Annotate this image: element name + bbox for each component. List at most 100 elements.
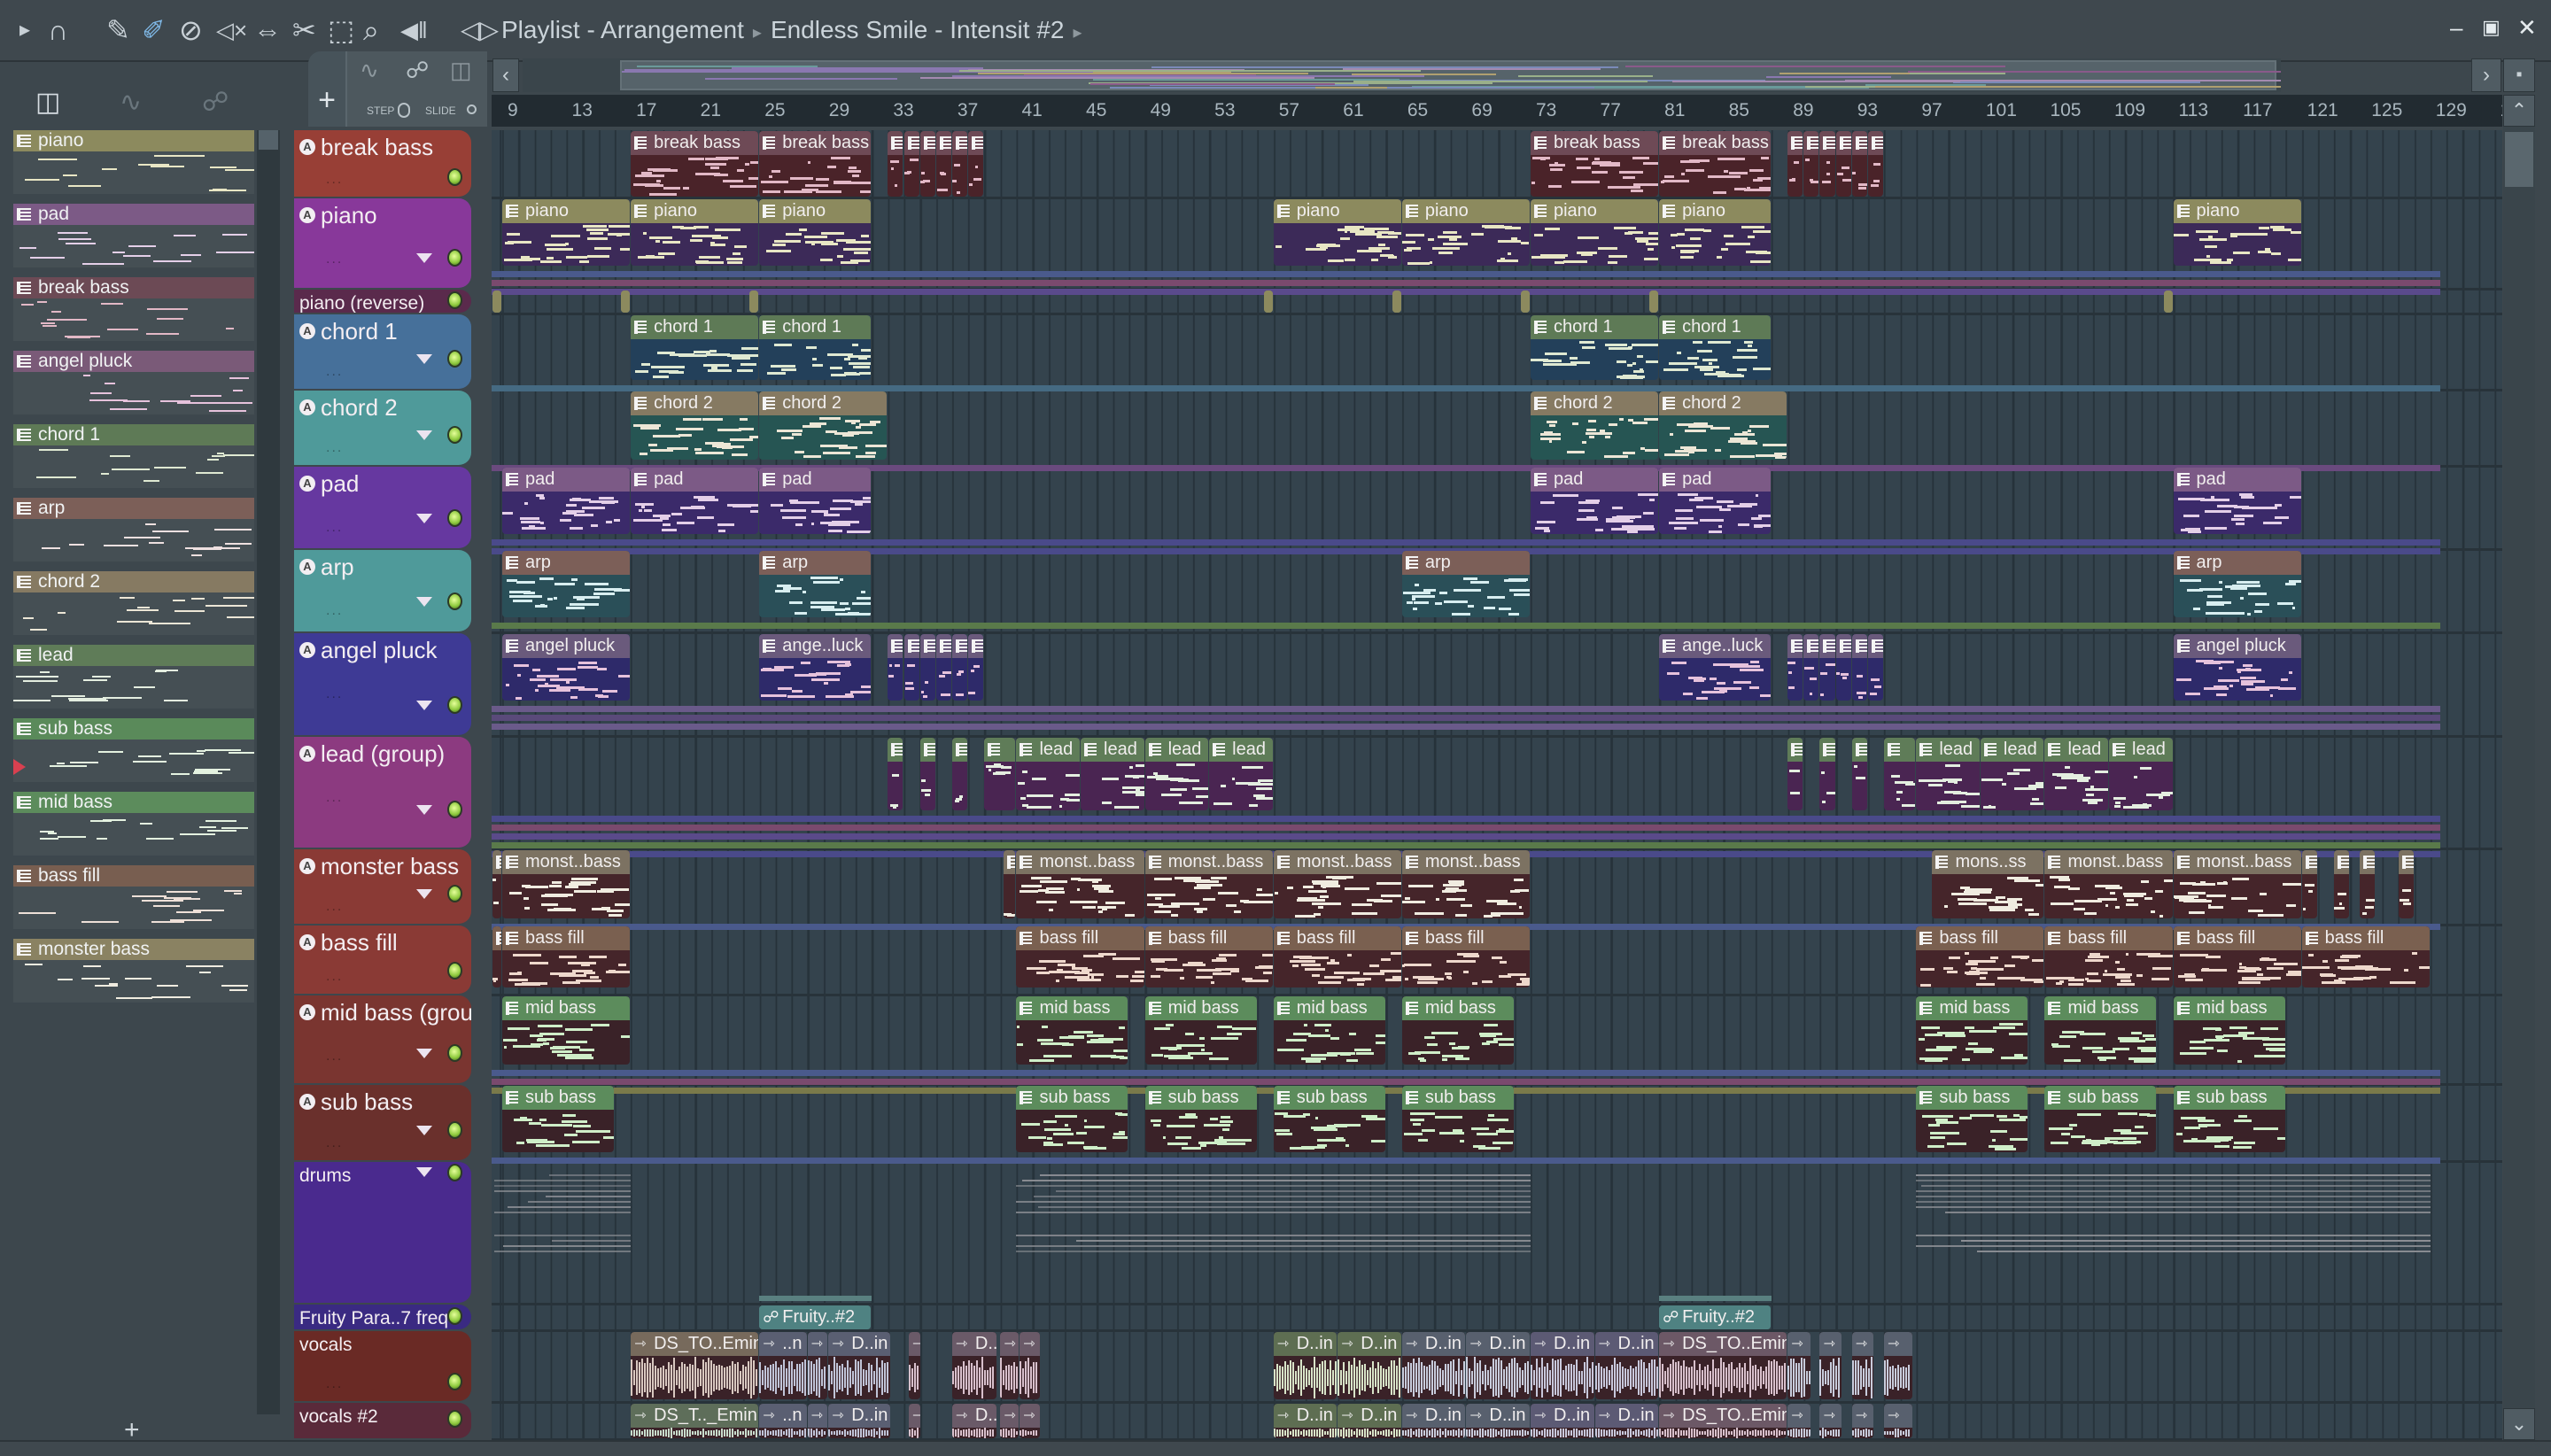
clip-header[interactable]: sub bass [1144, 1086, 1257, 1110]
audio-clip[interactable]: D.. [951, 1404, 996, 1438]
automation-lane[interactable] [492, 385, 2440, 391]
speaker-icon[interactable]: ◁▷ [461, 12, 499, 48]
clip-header[interactable] [1803, 131, 1819, 155]
add-track-button[interactable]: + [308, 51, 345, 127]
audio-clip-icon[interactable]: ∿ [360, 57, 379, 84]
clip-header[interactable]: monst..bass [1401, 850, 1530, 874]
pattern-clip[interactable]: sub bass [1401, 1086, 1514, 1152]
pattern-clip[interactable] [1867, 131, 1884, 197]
track-header[interactable]: vocals #2 [294, 1403, 471, 1438]
pattern-clip[interactable]: piano [759, 199, 872, 266]
clip-header[interactable]: D..in [828, 1404, 890, 1428]
automation-lane[interactable] [492, 1158, 2440, 1164]
arrangement-overview-scrollbar[interactable] [523, 58, 2281, 92]
clip-header[interactable] [908, 1332, 921, 1356]
pattern-clip[interactable] [1787, 738, 1803, 810]
track-enable-led[interactable] [447, 962, 462, 980]
clip-header[interactable] [1867, 131, 1884, 155]
track-enable-led[interactable] [447, 168, 462, 186]
clip-header[interactable]: sub bass [1016, 1086, 1128, 1110]
clip-header[interactable]: piano [502, 199, 631, 223]
pattern-clip[interactable] [1392, 290, 1401, 313]
audio-clip[interactable] [1884, 1332, 1912, 1399]
pattern-clip[interactable]: pad [2173, 468, 2301, 534]
clip-header[interactable] [888, 738, 903, 762]
picker-item[interactable]: chord 1 [13, 424, 254, 491]
clip-header[interactable]: sub bass [1916, 1086, 2028, 1110]
track-name[interactable]: break bass [321, 134, 471, 161]
audio-filter-icon[interactable]: ∿ [120, 87, 142, 118]
scroll-left-button[interactable]: ‹ [492, 58, 519, 92]
clip-header[interactable]: bass fill [502, 926, 631, 950]
track-name[interactable]: mid bass (grou.. [321, 999, 471, 1026]
track-options-icon[interactable] [326, 1049, 343, 1065]
track-header[interactable]: break bass [294, 130, 471, 197]
clip-header[interactable] [1819, 1404, 1842, 1428]
clip-header[interactable] [2301, 850, 2317, 874]
pattern-clip[interactable]: piano [1530, 199, 1659, 266]
clip-header[interactable] [1835, 634, 1851, 658]
track-options-icon[interactable] [326, 364, 343, 380]
dropdown-triangle-icon[interactable] [416, 597, 432, 607]
track-header[interactable]: chord 1 [294, 314, 471, 389]
pattern-clip[interactable] [1851, 634, 1867, 701]
pattern-clip[interactable] [903, 131, 919, 197]
pattern-clip[interactable]: mid bass [1916, 996, 2028, 1065]
clip-header[interactable] [807, 1332, 828, 1356]
track-enable-led[interactable] [447, 426, 462, 444]
picker-item-header[interactable]: mid bass [13, 792, 254, 813]
clip-header[interactable]: lead [1081, 738, 1144, 762]
track-header[interactable]: monster bass [294, 849, 471, 924]
picker-item-header[interactable]: monster bass [13, 939, 254, 960]
pattern-clip[interactable]: mid bass [1016, 996, 1128, 1065]
clip-header[interactable]: D..in [1338, 1332, 1401, 1356]
audio-clip[interactable] [1884, 1404, 1912, 1438]
clip-header[interactable] [919, 738, 935, 762]
audio-clip[interactable] [908, 1404, 921, 1438]
audio-clip[interactable] [1787, 1332, 1811, 1399]
pattern-clip[interactable]: piano [1273, 199, 1401, 266]
audio-clip[interactable]: D..in [1466, 1404, 1530, 1438]
pattern-clip[interactable]: bass fill [1144, 926, 1273, 987]
track-name[interactable]: chord 1 [321, 318, 471, 345]
pattern-clip[interactable] [951, 634, 968, 701]
clip-header[interactable]: lead [1980, 738, 2044, 762]
automation-lane[interactable] [492, 715, 2440, 721]
clip-header[interactable] [1884, 738, 1916, 762]
track-enable-led[interactable] [447, 249, 462, 267]
pattern-clip[interactable]: ange..luck [1659, 634, 1772, 701]
clip-header[interactable]: arp [502, 551, 631, 575]
clip-header[interactable]: D.. [951, 1404, 996, 1428]
audio-clip[interactable] [1819, 1332, 1842, 1399]
audio-clip[interactable]: ..n [759, 1332, 807, 1399]
picker-item[interactable]: lead [13, 645, 254, 711]
zoom-handle-button[interactable]: ▪ [2503, 58, 2535, 92]
clip-header[interactable]: mid bass [2173, 996, 2285, 1020]
pattern-clip[interactable] [919, 131, 935, 197]
pattern-clip[interactable]: arp [1401, 551, 1530, 617]
picker-item-header[interactable]: arp [13, 498, 254, 519]
pattern-clip[interactable]: monst..bass [2173, 850, 2301, 918]
pattern-clip[interactable]: sub bass [1916, 1086, 2028, 1152]
picker-item-header[interactable]: bass fill [13, 865, 254, 887]
clip-header[interactable]: arp [2173, 551, 2301, 575]
pattern-clip[interactable]: pad [1530, 468, 1659, 534]
pattern-clip[interactable]: mons..ss [1932, 850, 2044, 918]
track-options-icon[interactable] [326, 1376, 343, 1392]
pattern-clip[interactable]: bass fill [2301, 926, 2430, 987]
pattern-clip[interactable] [888, 738, 903, 810]
clip-header[interactable]: chord 2 [1530, 391, 1659, 415]
clip-header[interactable] [935, 131, 951, 155]
audio-clip[interactable]: D..in [1594, 1404, 1659, 1438]
pattern-clip[interactable] [919, 738, 935, 810]
clip-header[interactable]: piano [2173, 199, 2301, 223]
track-header[interactable]: piano [294, 198, 471, 288]
clip-header[interactable] [919, 131, 935, 155]
clip-header[interactable]: chord 2 [1659, 391, 1787, 415]
current-pattern-title[interactable]: Endless Smile - Intensit #2 [771, 16, 1065, 43]
audio-clip[interactable]: D..in [1273, 1332, 1338, 1399]
clip-header[interactable] [1819, 634, 1835, 658]
track-enable-led[interactable] [447, 885, 462, 902]
dropdown-triangle-icon[interactable] [416, 354, 432, 364]
clip-header[interactable]: angel pluck [502, 634, 631, 658]
